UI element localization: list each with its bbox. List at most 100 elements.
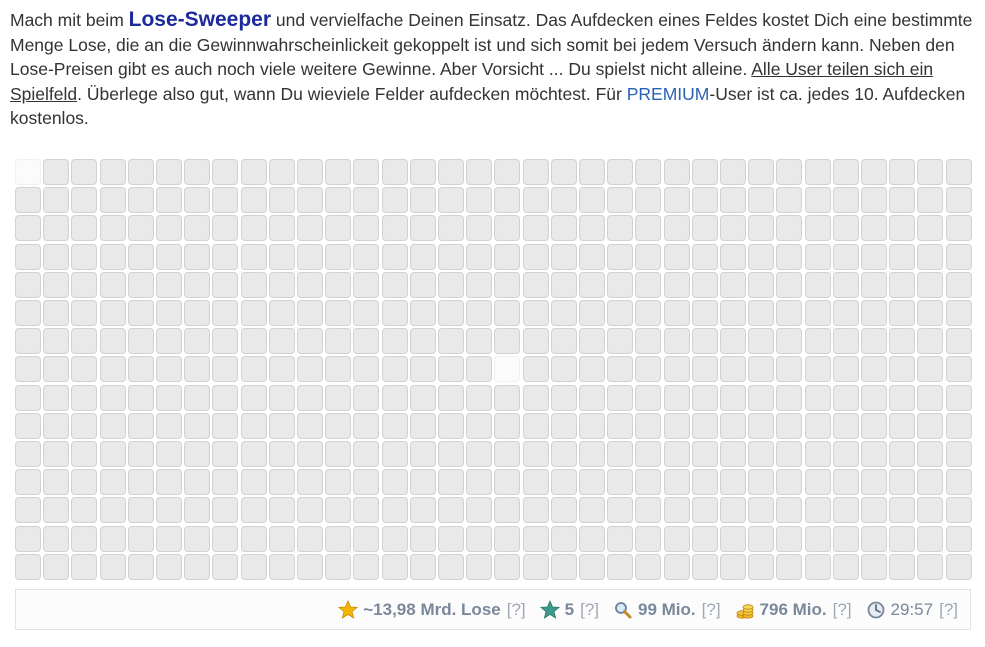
- board-cell[interactable]: [889, 497, 915, 523]
- board-cell[interactable]: [100, 300, 126, 326]
- board-cell[interactable]: [410, 328, 436, 354]
- board-cell[interactable]: [833, 300, 859, 326]
- board-cell[interactable]: [720, 413, 746, 439]
- board-cell[interactable]: [128, 554, 154, 580]
- board-cell-revealed[interactable]: [494, 356, 520, 382]
- board-cell[interactable]: [579, 272, 605, 298]
- board-cell[interactable]: [946, 215, 972, 241]
- board-cell[interactable]: [71, 526, 97, 552]
- board-cell[interactable]: [156, 441, 182, 467]
- board-cell[interactable]: [748, 300, 774, 326]
- board-cell[interactable]: [71, 244, 97, 270]
- board-cell[interactable]: [748, 526, 774, 552]
- board-cell[interactable]: [664, 328, 690, 354]
- board-cell[interactable]: [184, 356, 210, 382]
- board-cell[interactable]: [438, 215, 464, 241]
- board-cell[interactable]: [382, 187, 408, 213]
- board-cell[interactable]: [241, 526, 267, 552]
- board-cell[interactable]: [325, 441, 351, 467]
- board-cell[interactable]: [889, 272, 915, 298]
- board-cell[interactable]: [43, 469, 69, 495]
- board-cell[interactable]: [917, 272, 943, 298]
- board-cell[interactable]: [805, 554, 831, 580]
- board-cell[interactable]: [833, 497, 859, 523]
- board-cell[interactable]: [128, 300, 154, 326]
- board-cell[interactable]: [438, 385, 464, 411]
- board-cell[interactable]: [156, 526, 182, 552]
- board-cell[interactable]: [607, 244, 633, 270]
- board-cell[interactable]: [917, 328, 943, 354]
- board-cell[interactable]: [635, 215, 661, 241]
- board-cell[interactable]: [269, 497, 295, 523]
- board-cell[interactable]: [748, 554, 774, 580]
- board-cell[interactable]: [889, 244, 915, 270]
- board-cell[interactable]: [438, 159, 464, 185]
- board-cell[interactable]: [917, 187, 943, 213]
- board-cell[interactable]: [946, 300, 972, 326]
- board-cell[interactable]: [889, 356, 915, 382]
- board-cell[interactable]: [184, 413, 210, 439]
- board-cell[interactable]: [607, 300, 633, 326]
- board-cell[interactable]: [438, 497, 464, 523]
- board-cell[interactable]: [805, 356, 831, 382]
- board-cell[interactable]: [551, 187, 577, 213]
- board-cell[interactable]: [71, 215, 97, 241]
- board-cell[interactable]: [635, 554, 661, 580]
- board-cell[interactable]: [353, 328, 379, 354]
- board-cell[interactable]: [212, 526, 238, 552]
- board-cell[interactable]: [833, 187, 859, 213]
- board-cell[interactable]: [551, 159, 577, 185]
- board-cell[interactable]: [692, 469, 718, 495]
- board-cell[interactable]: [917, 300, 943, 326]
- board-cell[interactable]: [15, 497, 41, 523]
- board-cell[interactable]: [353, 385, 379, 411]
- board-cell[interactable]: [523, 554, 549, 580]
- board-cell[interactable]: [551, 385, 577, 411]
- board-cell[interactable]: [297, 356, 323, 382]
- board-cell[interactable]: [353, 554, 379, 580]
- board-cell[interactable]: [861, 469, 887, 495]
- board-cell[interactable]: [212, 187, 238, 213]
- board-cell[interactable]: [692, 187, 718, 213]
- board-cell[interactable]: [748, 469, 774, 495]
- board-cell[interactable]: [382, 385, 408, 411]
- board-cell[interactable]: [43, 441, 69, 467]
- board-cell[interactable]: [776, 413, 802, 439]
- board-cell[interactable]: [241, 356, 267, 382]
- board-cell[interactable]: [325, 413, 351, 439]
- board-cell[interactable]: [805, 441, 831, 467]
- board-cell[interactable]: [523, 272, 549, 298]
- board-cell[interactable]: [382, 244, 408, 270]
- board-cell[interactable]: [297, 328, 323, 354]
- board-cell[interactable]: [833, 356, 859, 382]
- board-cell[interactable]: [438, 328, 464, 354]
- board-cell[interactable]: [382, 554, 408, 580]
- board-cell[interactable]: [71, 356, 97, 382]
- board-cell[interactable]: [269, 328, 295, 354]
- board-cell[interactable]: [71, 187, 97, 213]
- board-cell[interactable]: [494, 159, 520, 185]
- board-cell[interactable]: [889, 469, 915, 495]
- board-cell[interactable]: [43, 356, 69, 382]
- board-cell[interactable]: [664, 385, 690, 411]
- board-cell[interactable]: [325, 554, 351, 580]
- board-cell[interactable]: [382, 526, 408, 552]
- board-cell[interactable]: [720, 356, 746, 382]
- board-cell[interactable]: [438, 469, 464, 495]
- board-cell[interactable]: [720, 215, 746, 241]
- board-cell[interactable]: [635, 413, 661, 439]
- board-cell[interactable]: [269, 441, 295, 467]
- board-cell[interactable]: [635, 244, 661, 270]
- board-cell[interactable]: [720, 441, 746, 467]
- board-cell[interactable]: [212, 554, 238, 580]
- board-cell[interactable]: [635, 385, 661, 411]
- board-cell[interactable]: [71, 441, 97, 467]
- board-cell[interactable]: [382, 215, 408, 241]
- board-cell[interactable]: [212, 328, 238, 354]
- board-cell[interactable]: [466, 554, 492, 580]
- board-cell[interactable]: [917, 554, 943, 580]
- board-cell[interactable]: [184, 328, 210, 354]
- board-cell[interactable]: [494, 441, 520, 467]
- board-cell[interactable]: [156, 469, 182, 495]
- board-cell[interactable]: [692, 215, 718, 241]
